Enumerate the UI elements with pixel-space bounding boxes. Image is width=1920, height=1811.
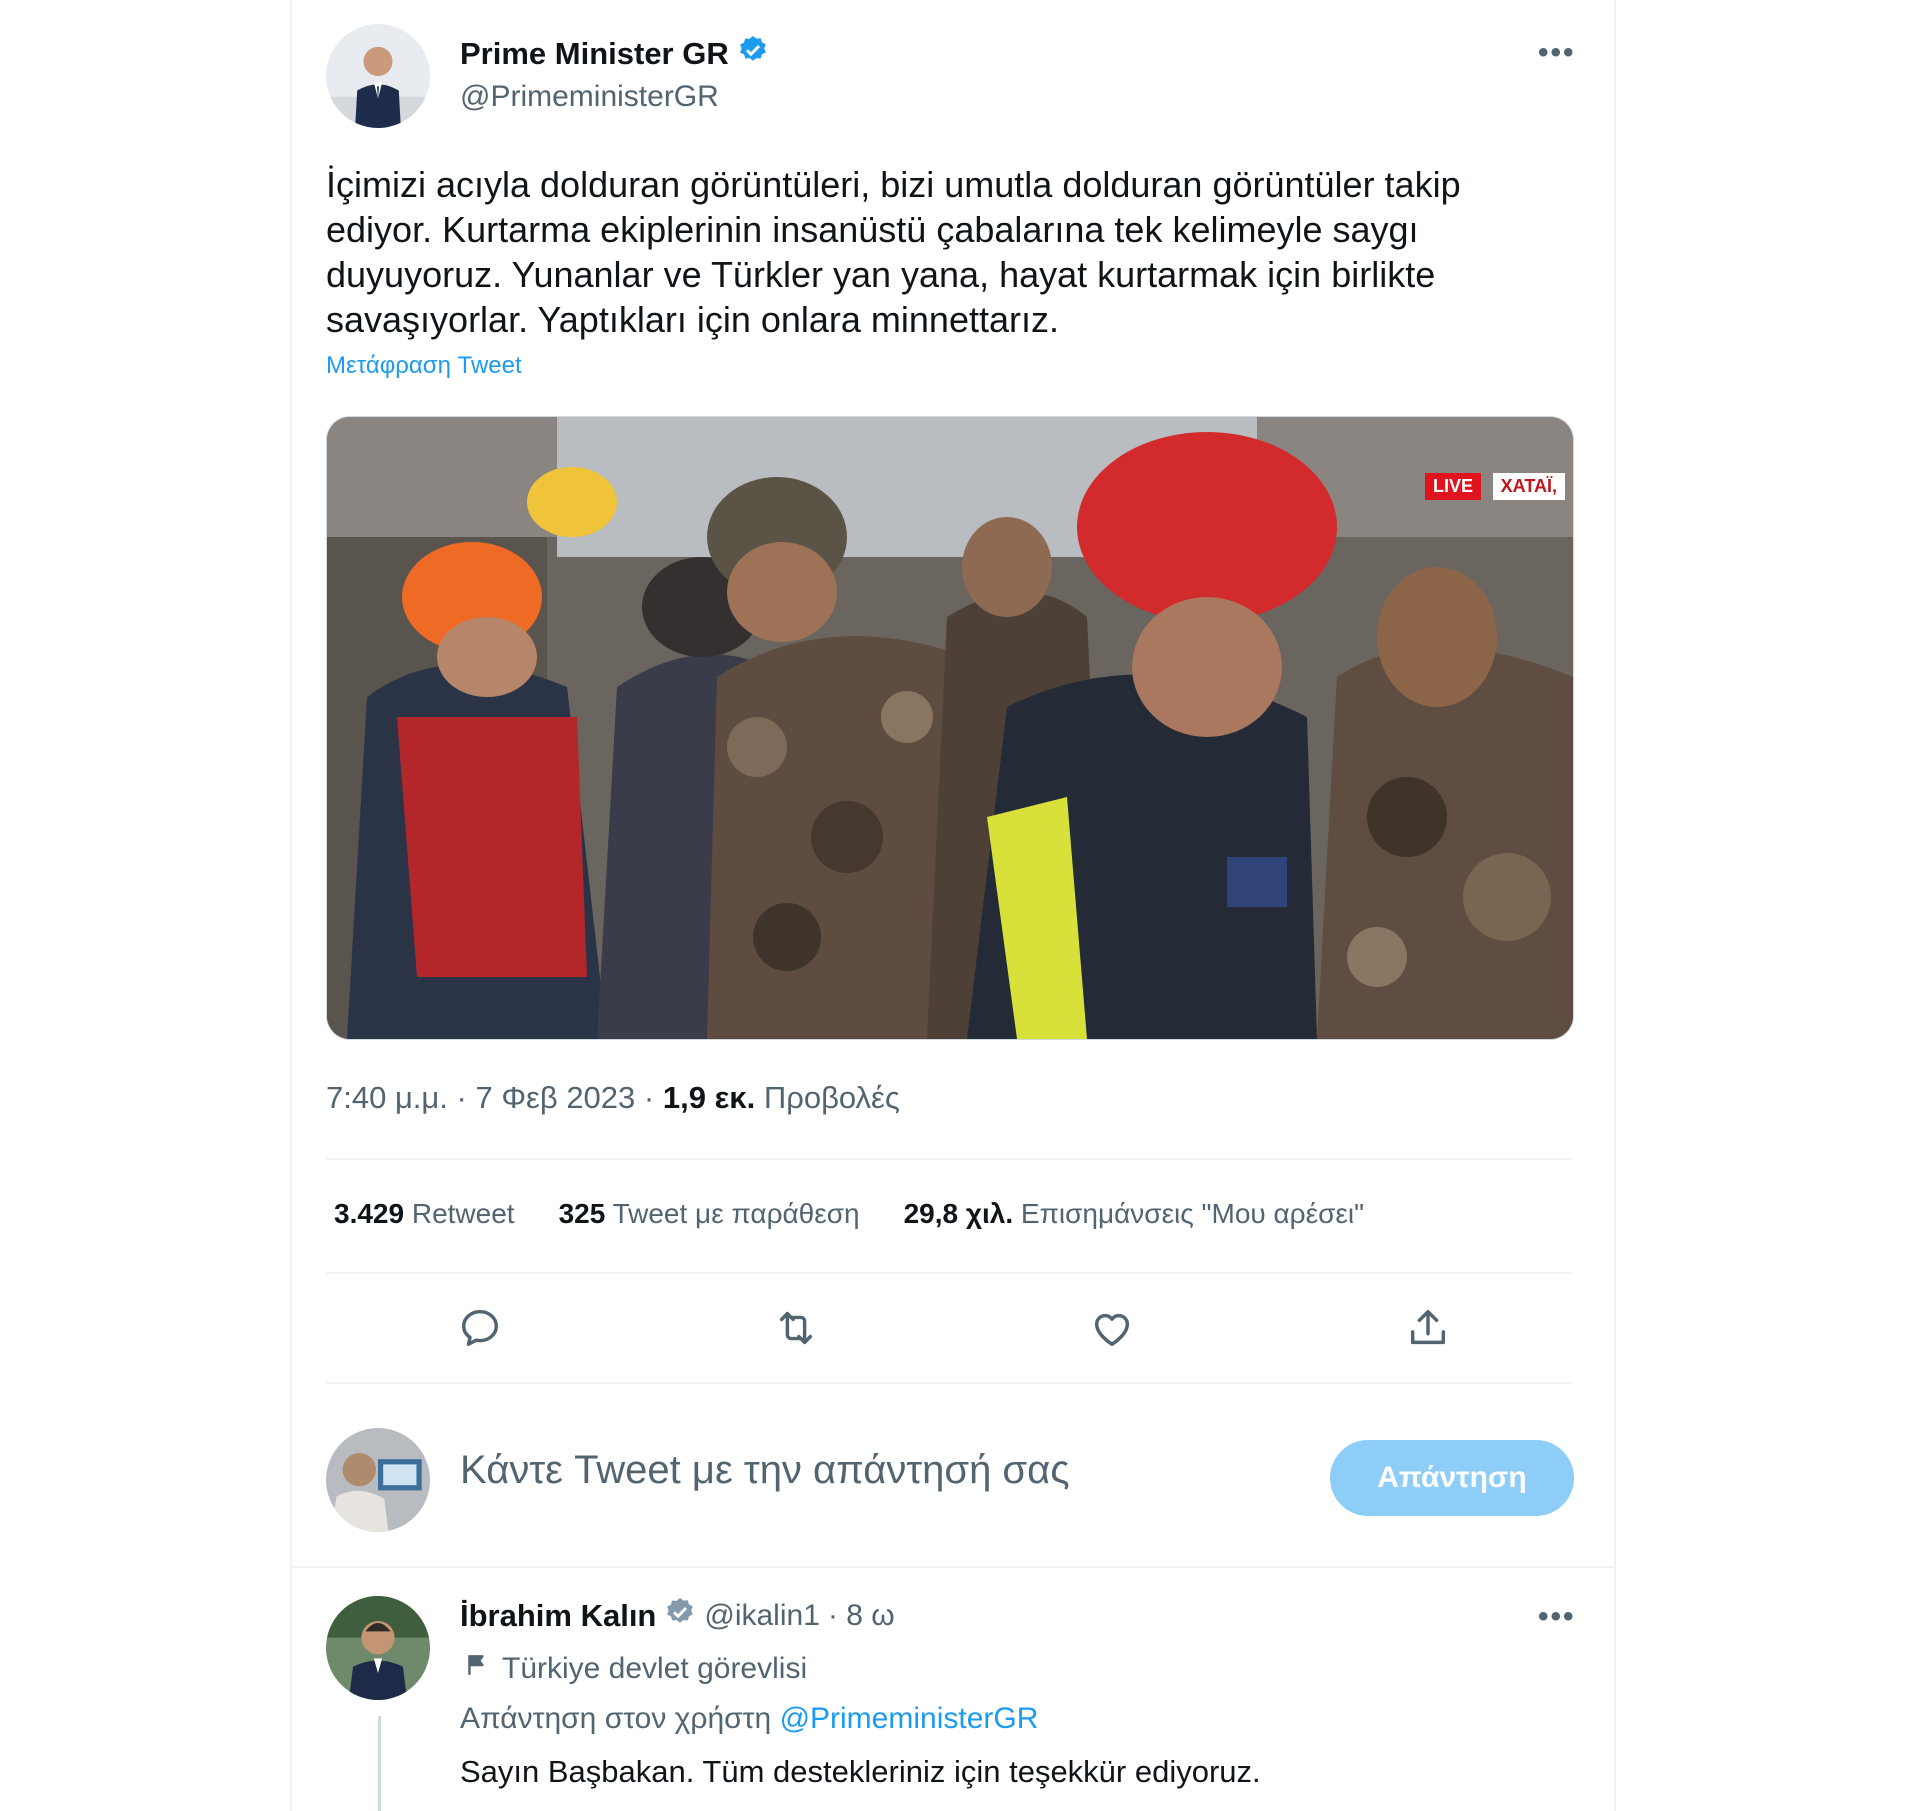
live-badge: LIVE <box>1424 473 1481 500</box>
share-icon[interactable] <box>1398 1298 1458 1358</box>
reply-to-mention[interactable]: @PrimeministerGR <box>780 1702 1039 1735</box>
views-count: 1,9 εκ. <box>662 1080 756 1115</box>
reply-time[interactable]: · 8 ω <box>828 1599 895 1633</box>
author-name[interactable]: Prime Minister GR <box>460 34 769 74</box>
reply-to-prefix: Απάντηση στον χρήστη <box>460 1702 772 1735</box>
reply-button[interactable]: Απάντηση <box>1330 1440 1574 1516</box>
verified-badge-icon <box>737 34 769 74</box>
retweets-label: Retweet <box>411 1198 515 1229</box>
tweet-time[interactable]: 7:40 μ.μ. <box>326 1080 448 1115</box>
divider <box>326 1158 1572 1160</box>
retweets-count: 3.429 <box>334 1198 405 1229</box>
reply-author-name[interactable]: İbrahim Kalın @ikalin1 · 8 ω <box>460 1596 895 1636</box>
meta-separator: · <box>456 1080 476 1115</box>
retweet-icon[interactable] <box>766 1298 826 1358</box>
reply-input[interactable]: Κάντε Tweet με την απάντησή σας <box>460 1448 1070 1493</box>
flag-icon <box>464 1652 490 1686</box>
tweet-text-line: İçimizi acıyla dolduran görüntüleri, biz… <box>326 164 1461 205</box>
tweet-media-image[interactable]: LIVE XATAÏ, <box>326 416 1574 1040</box>
verified-gray-badge-icon <box>664 1596 696 1636</box>
tweet-date[interactable]: 7 Φεβ 2023 <box>475 1080 635 1115</box>
divider <box>326 1272 1572 1274</box>
tweet-text: İçimizi acıyla dolduran görüntüleri, biz… <box>326 162 1586 342</box>
quotes-stat[interactable]: 325 Tweet με παράθεση <box>559 1198 860 1230</box>
quotes-count: 325 <box>558 1198 606 1229</box>
meta-separator: · <box>643 1080 663 1115</box>
reply-icon[interactable] <box>450 1298 510 1358</box>
location-badge: XATAÏ, <box>1492 473 1565 500</box>
likes-stat[interactable]: 29,8 χιλ. Επισημάνσεις "Μου αρέσει" <box>904 1198 1364 1230</box>
government-label[interactable]: Türkiye devlet görevlisi <box>464 1652 807 1686</box>
current-user-avatar[interactable] <box>326 1428 430 1532</box>
tweet-text-line: savaşıyorlar. Yaptıkları için onlara min… <box>326 299 1059 340</box>
likes-count: 29,8 χιλ. <box>903 1198 1014 1229</box>
likes-label: Επισημάνσεις "Μου αρέσει" <box>1020 1198 1365 1229</box>
rescue-scene-photo <box>327 417 1573 1039</box>
divider <box>292 1566 1614 1568</box>
tweet-meta: 7:40 μ.μ. · 7 Φεβ 2023 · 1,9 εκ. Προβολέ… <box>326 1080 900 1116</box>
author-handle[interactable]: @PrimeministerGR <box>460 80 719 114</box>
quotes-label: Tweet με παράθεση <box>612 1198 860 1229</box>
reply-more-icon[interactable]: ••• <box>1538 1600 1576 1634</box>
author-avatar[interactable] <box>326 24 430 128</box>
reply-to-line: Απάντηση στον χρήστη @PrimeministerGR <box>460 1702 1038 1736</box>
reply-author-name-text: İbrahim Kalın <box>460 1598 657 1633</box>
translate-tweet-link[interactable]: Μετάφραση Tweet <box>326 352 522 380</box>
government-label-text: Türkiye devlet görevlisi <box>502 1652 808 1685</box>
views-label: Προβολές <box>763 1080 900 1115</box>
reply-author-handle[interactable]: @ikalin1 <box>704 1599 820 1633</box>
tweet-card: Prime Minister GR @PrimeministerGR ••• İ… <box>290 0 1616 1811</box>
retweets-stat[interactable]: 3.429 Retweet <box>334 1198 515 1230</box>
more-icon[interactable]: ••• <box>1538 36 1576 70</box>
reply-author-avatar[interactable] <box>326 1596 430 1700</box>
divider <box>326 1382 1572 1384</box>
author-name-text: Prime Minister GR <box>460 36 729 71</box>
tweet-text-line: ediyor. Kurtarma ekiplerinin insanüstü ç… <box>326 209 1419 250</box>
thread-line <box>378 1716 381 1811</box>
tweet-stats: 3.429 Retweet 325 Tweet με παράθεση 29,8… <box>334 1198 1364 1230</box>
reply-text: Sayın Başbakan. Tüm destekleriniz için t… <box>460 1754 1261 1789</box>
tweet-text-line: duyuyoruz. Yunanlar ve Türkler yan yana,… <box>326 254 1436 295</box>
like-icon[interactable] <box>1082 1298 1142 1358</box>
